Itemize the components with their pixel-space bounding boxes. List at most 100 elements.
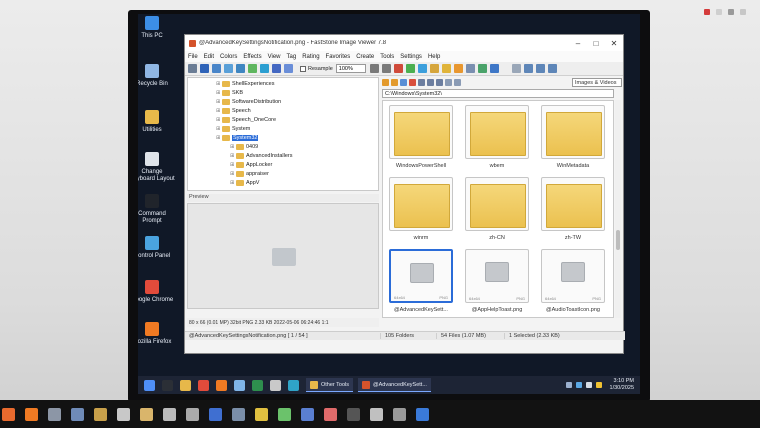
menu-item-tag[interactable]: Tag [287,54,297,60]
zoom-select[interactable]: 100% [335,64,366,73]
colors-icon[interactable] [417,64,427,73]
volume-icon[interactable] [585,382,592,388]
desktop-shortcut[interactable]: This PC [138,16,176,40]
forward-icon[interactable] [391,79,398,86]
menu-item-create[interactable]: Create [356,54,374,60]
thumbnail-item[interactable]: PNG 64x64 @AppHelpToast.png [463,247,531,317]
resize-icon[interactable] [405,64,415,73]
expand-icon[interactable]: ⊞ [230,153,235,159]
open-icon[interactable] [188,64,197,73]
expand-icon[interactable]: ⊞ [216,135,221,141]
resample-checkbox[interactable] [300,65,306,72]
thumbnail-item[interactable]: winrm [387,175,455,245]
expand-icon[interactable]: ⊞ [230,144,235,150]
expand-icon[interactable]: ⊞ [216,108,221,114]
refresh-icon[interactable] [465,64,475,73]
chevron-up-icon[interactable] [565,382,572,388]
host-tool-icon[interactable] [94,407,107,421]
crop-icon[interactable] [393,64,403,73]
scroll-thumb[interactable] [616,230,620,250]
host-tool-icon[interactable] [370,407,383,421]
move-to-icon[interactable] [489,64,499,73]
faststone-icon[interactable] [270,379,281,391]
host-start-icon[interactable] [2,407,15,421]
thumbnail-item[interactable]: PNG 64x64 @AdvancedKeySett... [387,247,455,317]
menu-item-tools[interactable]: Tools [380,54,394,60]
host-tool-icon[interactable] [324,407,337,421]
thumbnail-item[interactable]: WindowsPowerShell [387,103,455,173]
expand-icon[interactable]: ⊞ [216,126,221,132]
host-tool-icon[interactable] [393,407,406,421]
menu-item-rating[interactable]: Rating [302,54,319,60]
desktop-shortcut[interactable]: Command Prompt [138,194,176,225]
expand-icon[interactable]: ⊞ [216,90,221,96]
menu-item-effects[interactable]: Effects [243,54,261,60]
copy-to-icon[interactable] [477,64,487,73]
save-as-icon[interactable] [212,64,221,73]
menu-item-view[interactable]: View [268,54,281,60]
desktop-shortcut[interactable]: Recycle Bin [138,64,176,88]
notification-icon[interactable] [595,382,602,388]
notepad-icon[interactable] [234,379,245,391]
minimize-icon[interactable]: – [569,39,587,48]
firefox-icon[interactable] [216,379,227,391]
title-bar[interactable]: @AdvancedKeySettingsNotification.png - F… [185,35,623,51]
email-icon[interactable] [236,64,245,73]
excel-icon[interactable] [252,379,263,391]
layout-icon[interactable] [547,64,557,73]
thumb-size-icon[interactable] [418,79,425,86]
host-tool-icon[interactable] [71,407,84,421]
preview-pane[interactable] [187,203,379,309]
desktop-shortcut[interactable]: Control Panel [138,236,176,260]
rotate-right-icon[interactable] [381,64,391,73]
fit-icon[interactable] [284,64,293,73]
desktop-shortcut[interactable]: Mozilla Firefox [138,322,176,346]
thumbnail-item[interactable]: zh-CN [463,175,531,245]
thumbnail-scrollbar[interactable] [615,100,621,318]
fullscreen-icon[interactable] [260,64,269,73]
close-icon[interactable]: ✕ [605,39,623,48]
effects-icon[interactable] [429,64,439,73]
menu-item-file[interactable]: File [188,54,198,60]
path-field[interactable]: C:\Windows\System32\ [382,89,614,98]
host-tool-icon[interactable] [347,407,360,421]
tree-item[interactable]: ⊞ ShellExperiences [216,80,275,88]
layout-icon[interactable] [511,64,521,73]
thumb-size-icon[interactable] [427,79,434,86]
tree-item[interactable]: ⊞ AppV [230,179,259,187]
layout-icon[interactable] [535,64,545,73]
host-tray-icon[interactable] [716,9,722,15]
host-firefox-icon[interactable] [25,407,38,421]
expand-icon[interactable]: ⊞ [216,81,221,87]
thumbnail-item[interactable]: PNG 64x64 @AudioToastIcon.png [539,247,607,317]
clock[interactable]: 3:10 PM 1/30/2025 [610,378,634,392]
desktop-shortcut[interactable]: Change Keyboard Layout [138,152,176,183]
expand-icon[interactable]: ⊞ [230,162,235,168]
tree-item[interactable]: ⊞ AdvancedInstallers [230,152,292,160]
network-icon[interactable] [575,382,582,388]
sort-icon[interactable] [445,79,452,86]
host-tool-icon[interactable] [48,407,61,421]
desktop-shortcut[interactable]: Google Chrome [138,280,176,304]
host-tool-icon[interactable] [255,407,268,421]
tree-item[interactable]: ⊞ Speech_OneCore [216,116,276,124]
up-folder-icon[interactable] [400,79,407,86]
file-type-select[interactable]: Images & Videos [572,78,622,87]
desktop-shortcut[interactable]: Utilities [138,110,176,134]
menu-item-colors[interactable]: Colors [220,54,237,60]
thumbnail-item[interactable]: zh-TW [539,175,607,245]
tree-item[interactable]: ⊞ System [216,125,250,133]
tree-item[interactable]: ⊞ Speech [216,107,251,115]
tree-item[interactable]: ⊞ 0409 [230,143,258,151]
chrome-icon[interactable] [198,379,209,391]
tree-item[interactable]: ⊞ SKB [216,89,243,97]
delete-icon[interactable] [409,79,416,86]
back-icon[interactable] [382,79,389,86]
host-tool-icon[interactable] [209,407,222,421]
compare-icon[interactable] [453,64,463,73]
expand-icon[interactable]: ⊞ [230,180,235,186]
thumbnail-item[interactable]: WinMetadata [539,103,607,173]
menu-item-settings[interactable]: Settings [400,54,422,60]
taskbar-task[interactable]: @AdvancedKeySett... [358,378,431,392]
start-icon[interactable] [144,379,155,391]
